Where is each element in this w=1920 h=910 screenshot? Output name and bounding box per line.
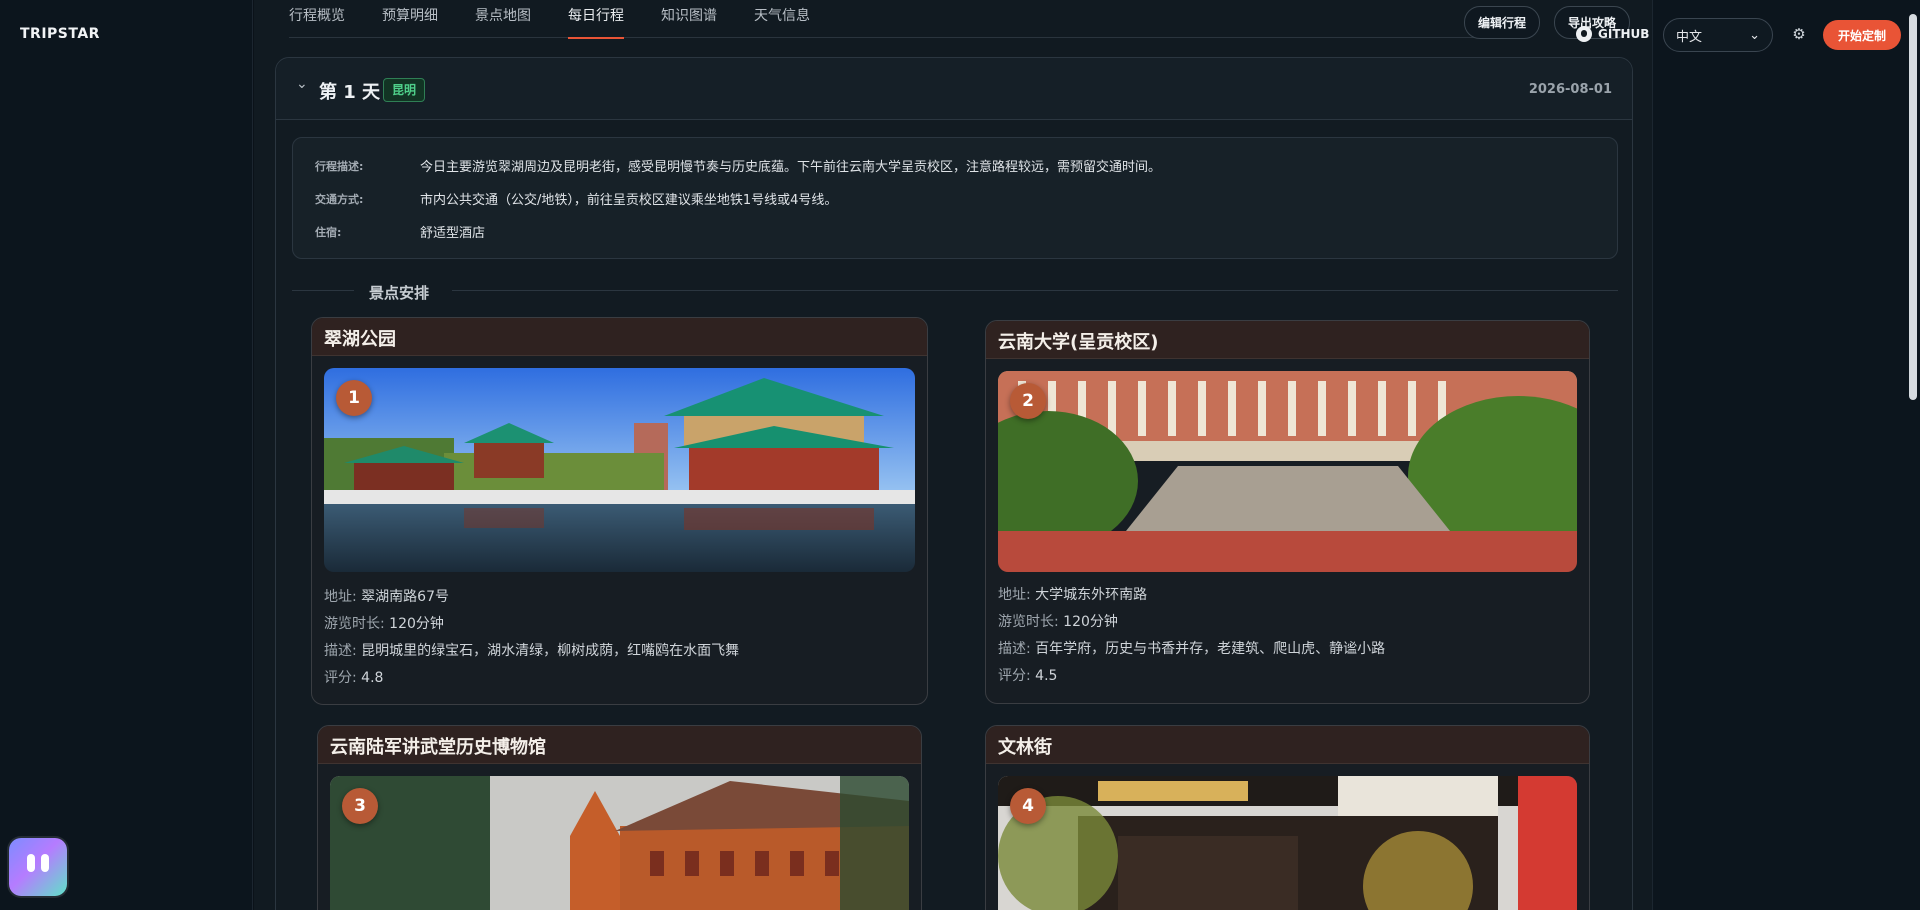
park-pavilion-image	[324, 368, 915, 572]
ai-assistant-icon[interactable]	[9, 838, 67, 896]
university-campus-image	[998, 371, 1577, 572]
day-title: 第 1 天	[319, 82, 381, 103]
spot-index-badge: 1	[336, 380, 372, 416]
info-row-description: 行程描述: 今日主要游览翠湖周边及昆明老街，感受昆明慢节奏与历史底蕴。下午前往云…	[315, 156, 1161, 175]
divider-line	[292, 290, 354, 291]
spot-name: 翠湖公园	[312, 318, 927, 356]
info-key: 交通方式:	[315, 193, 364, 206]
spot-name: 文林街	[986, 726, 1589, 764]
language-value: 中文	[1676, 29, 1703, 45]
left-sidebar: TRIPSTAR	[0, 0, 253, 910]
tab-knowledge-graph[interactable]: 知识图谱	[661, 0, 717, 38]
spot-card[interactable]: 云南陆军讲武堂历史博物馆 3	[317, 725, 922, 910]
language-select[interactable]: 中文 ⌄	[1663, 18, 1773, 52]
spot-duration: 游览时长: 120分钟	[324, 616, 444, 632]
spot-rating: 评分: 4.5	[998, 668, 1058, 684]
street-storefront-image	[998, 776, 1577, 910]
spot-name: 云南大学(呈贡校区)	[986, 321, 1589, 359]
day-panel: ⌄ 第 1 天 昆明 2026-08-01 行程描述: 今日主要游览翠湖周边及昆…	[275, 57, 1633, 910]
github-link[interactable]: GITHUB	[1576, 26, 1649, 42]
info-key: 住宿:	[315, 226, 342, 239]
scrollbar-thumb[interactable]	[1909, 14, 1917, 400]
tab-weather[interactable]: 天气信息	[754, 0, 810, 38]
spot-rating: 评分: 4.8	[324, 670, 384, 686]
github-label: GITHUB	[1598, 27, 1650, 41]
chevron-down-icon: ⌄	[1749, 27, 1760, 43]
museum-building-image	[330, 776, 909, 910]
spot-name: 云南陆军讲武堂历史博物馆	[318, 726, 921, 764]
assistant-eye-left	[27, 854, 35, 872]
spots-section-divider: 景点安排	[292, 282, 1618, 302]
chevron-down-icon[interactable]: ⌄	[296, 76, 308, 92]
day-info-box: 行程描述: 今日主要游览翠湖周边及昆明老街，感受昆明慢节奏与历史底蕴。下午前往云…	[292, 137, 1618, 259]
day-header[interactable]: ⌄ 第 1 天 昆明 2026-08-01	[276, 58, 1632, 120]
spot-index-badge: 3	[342, 788, 378, 824]
divider-line	[452, 290, 1618, 291]
main-content[interactable]: 行程概览 预算明细 景点地图 每日行程 知识图谱 天气信息 编辑行程 导出攻略 …	[254, 0, 1652, 910]
spot-address: 地址: 翠湖南路67号	[324, 589, 449, 605]
assistant-eye-right	[41, 854, 49, 872]
spot-card[interactable]: 云南大学(呈贡校区) 2 地址: 大学城东外环南路 游览时长: 120分钟 描述…	[985, 320, 1590, 704]
city-badge: 昆明	[383, 78, 426, 102]
tab-daily[interactable]: 每日行程	[568, 0, 624, 39]
spot-description: 描述: 百年学府，历史与书香并存，老建筑、爬山虎、静谧小路	[998, 641, 1386, 657]
spot-photo: 3	[330, 776, 909, 910]
info-value: 今日主要游览翠湖周边及昆明老街，感受昆明慢节奏与历史底蕴。下午前往云南大学呈贡校…	[420, 160, 1162, 175]
info-row-transport: 交通方式: 市内公共交通（公交/地铁），前往呈贡校区建议乘坐地铁1号线或4号线。	[315, 189, 837, 208]
brand-logo[interactable]: TRIPSTAR	[20, 26, 100, 42]
scrollbar[interactable]	[1906, 0, 1920, 910]
info-key: 行程描述:	[315, 160, 364, 173]
spot-photo: 1	[324, 368, 915, 572]
gear-icon[interactable]: ⚙	[1790, 25, 1808, 43]
tab-bar: 行程概览 预算明细 景点地图 每日行程 知识图谱 天气信息	[289, 0, 1489, 39]
tab-budget[interactable]: 预算明细	[382, 0, 438, 38]
spot-photo: 2	[998, 371, 1577, 572]
section-title: 景点安排	[369, 284, 430, 302]
right-panel	[1652, 0, 1920, 910]
edit-itinerary-button[interactable]: 编辑行程	[1464, 6, 1540, 39]
info-value: 市内公共交通（公交/地铁），前往呈贡校区建议乘坐地铁1号线或4号线。	[420, 193, 838, 208]
app-page: TRIPSTAR 行程概览 预算明细 景点地图 每日行程 知识图谱 天气信息 编…	[0, 0, 1920, 910]
spot-card[interactable]: 文林街 4	[985, 725, 1590, 910]
tab-map[interactable]: 景点地图	[475, 0, 531, 38]
tab-overview[interactable]: 行程概览	[289, 0, 345, 38]
spot-description: 描述: 昆明城里的绿宝石，湖水清绿，柳树成荫，红嘴鸥在水面飞舞	[324, 643, 740, 659]
spot-photo: 4	[998, 776, 1577, 910]
github-icon	[1576, 26, 1592, 42]
start-customize-button[interactable]: 开始定制	[1823, 20, 1901, 50]
spot-address: 地址: 大学城东外环南路	[998, 587, 1148, 603]
spot-card[interactable]: 翠湖公园 1 地址: 翠湖南路67号 游览时长: 120分钟 描述: 昆明城里的…	[311, 317, 928, 705]
spot-index-badge: 2	[1010, 383, 1046, 419]
info-row-hotel: 住宿: 舒适型酒店	[315, 222, 485, 241]
info-value: 舒适型酒店	[420, 226, 486, 241]
spot-index-badge: 4	[1010, 788, 1046, 824]
spot-duration: 游览时长: 120分钟	[998, 614, 1118, 630]
day-date: 2026-08-01	[1528, 82, 1612, 97]
